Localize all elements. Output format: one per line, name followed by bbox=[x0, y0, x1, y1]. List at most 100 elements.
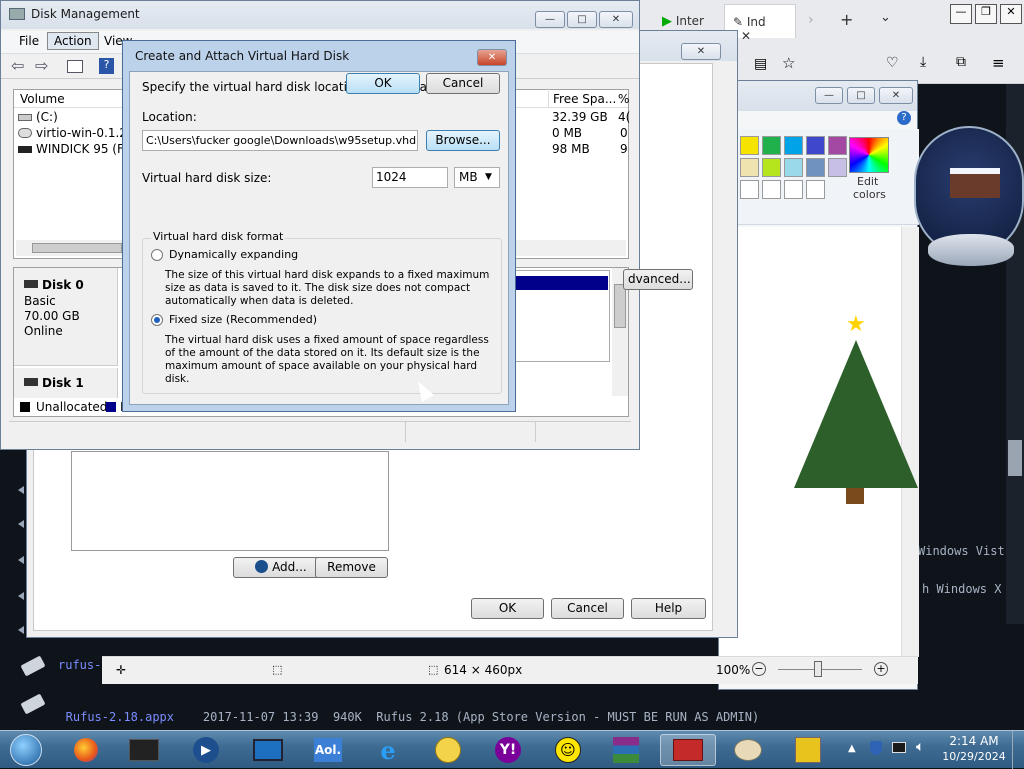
tree-collapse-icon[interactable] bbox=[18, 486, 24, 494]
scrollbar-thumb[interactable] bbox=[32, 243, 122, 253]
maximize-button[interactable]: ❐ bbox=[975, 4, 997, 24]
tab-scroll-right-icon[interactable]: › bbox=[808, 12, 814, 28]
snow-globe-gadget[interactable] bbox=[914, 126, 1024, 282]
bookmark-star-icon[interactable]: ☆ bbox=[782, 54, 795, 72]
pocket-icon[interactable]: ♡ bbox=[886, 55, 899, 71]
radio-dynamic[interactable] bbox=[151, 249, 163, 261]
puzzle-icon[interactable] bbox=[788, 734, 828, 766]
remove-button[interactable]: Remove bbox=[315, 557, 388, 578]
color-swatch[interactable] bbox=[784, 180, 803, 199]
disk1-info[interactable]: Disk 1 bbox=[14, 368, 118, 398]
color-swatch[interactable] bbox=[762, 180, 781, 199]
clock-date[interactable]: 10/29/2024 bbox=[940, 750, 1008, 763]
network-icon[interactable] bbox=[892, 742, 906, 753]
zoom-slider-thumb[interactable] bbox=[814, 661, 822, 677]
minimize-button[interactable]: — bbox=[815, 87, 843, 104]
color-swatch[interactable] bbox=[806, 136, 825, 155]
size-input[interactable]: 1024 bbox=[372, 167, 448, 188]
winrar-icon[interactable] bbox=[606, 734, 646, 766]
show-desktop-button[interactable] bbox=[1012, 731, 1024, 769]
scrollbar-thumb[interactable] bbox=[614, 284, 626, 328]
aol-icon[interactable]: Aol. bbox=[308, 734, 348, 766]
color-swatch[interactable] bbox=[740, 136, 759, 155]
disk0-info[interactable]: Disk 0 Basic 70.00 GB Online bbox=[14, 268, 118, 366]
firefox-icon[interactable] bbox=[66, 734, 106, 766]
start-button[interactable] bbox=[6, 734, 46, 766]
toolbox-icon[interactable] bbox=[660, 734, 716, 766]
help-button[interactable]: Help bbox=[631, 598, 706, 619]
paint-icon[interactable] bbox=[728, 734, 768, 766]
messenger-icon[interactable] bbox=[428, 734, 468, 766]
list-tabs-icon[interactable]: ⌄ bbox=[880, 10, 891, 25]
close-button[interactable]: ✕ bbox=[1000, 4, 1022, 24]
extensions-icon[interactable]: ⧉ bbox=[956, 54, 966, 70]
color-swatch[interactable] bbox=[784, 136, 803, 155]
ok-button[interactable]: OK bbox=[346, 73, 420, 94]
browse-button[interactable]: Browse... bbox=[426, 130, 500, 151]
clock-time[interactable]: 2:14 AM bbox=[944, 734, 1004, 748]
close-button[interactable]: ✕ bbox=[681, 43, 721, 60]
column-volume[interactable]: Volume bbox=[20, 92, 65, 106]
terminal-line-rufus[interactable]: rufus- bbox=[58, 658, 101, 672]
help-book-icon[interactable]: ? bbox=[99, 58, 114, 74]
advanced-button[interactable]: dvanced... bbox=[623, 269, 693, 290]
color-swatch[interactable] bbox=[740, 180, 759, 199]
close-button[interactable]: ✕ bbox=[477, 49, 507, 66]
menu-file[interactable]: File bbox=[19, 34, 39, 48]
location-input[interactable]: C:\Users\fucker google\Downloads\w95setu… bbox=[142, 130, 418, 151]
color-swatch[interactable] bbox=[762, 158, 781, 177]
forward-arrow-icon[interactable]: ⇨ bbox=[35, 56, 48, 75]
back-arrow-icon[interactable]: ⇦ bbox=[11, 56, 24, 75]
scrollbar-thumb[interactable] bbox=[1008, 440, 1022, 476]
rufus-appx-link[interactable]: Rufus-2.18.appx bbox=[66, 710, 174, 724]
zoom-in-icon[interactable]: + bbox=[874, 662, 888, 676]
tree-collapse-icon[interactable] bbox=[18, 556, 24, 564]
tree-collapse-icon[interactable] bbox=[18, 626, 24, 634]
maximize-button[interactable]: □ bbox=[847, 87, 875, 104]
edit-colors-icon[interactable] bbox=[849, 137, 889, 173]
radio-fixed[interactable] bbox=[151, 314, 163, 326]
cancel-button[interactable]: Cancel bbox=[551, 598, 624, 619]
volume-icon[interactable]: 🔈︎ bbox=[916, 739, 924, 755]
color-swatch[interactable] bbox=[784, 158, 803, 177]
column-percent[interactable]: % bbox=[618, 92, 629, 106]
partition-block[interactable] bbox=[510, 270, 610, 362]
yahoo-icon[interactable]: Y! bbox=[488, 734, 528, 766]
color-swatch[interactable] bbox=[740, 158, 759, 177]
edit-colors-label[interactable]: colors bbox=[853, 188, 886, 201]
defender-shield-icon[interactable] bbox=[870, 741, 882, 755]
minimize-button[interactable]: — bbox=[950, 4, 972, 24]
show-hidden-icons-icon[interactable]: ▲ bbox=[848, 743, 856, 754]
column-free-space[interactable]: Free Spa... bbox=[548, 88, 628, 108]
edit-colors-label[interactable]: Edit bbox=[857, 175, 878, 188]
minimize-button[interactable]: — bbox=[535, 11, 565, 28]
tree-collapse-icon[interactable] bbox=[18, 592, 24, 600]
console-tree-icon[interactable] bbox=[67, 60, 83, 73]
close-button[interactable]: ✕ bbox=[879, 87, 913, 104]
help-icon[interactable]: ? bbox=[897, 111, 911, 125]
cancel-button[interactable]: Cancel bbox=[426, 73, 500, 94]
option-fixed-label[interactable]: Fixed size (Recommended) bbox=[169, 313, 317, 326]
media-player-icon[interactable]: ▶ bbox=[186, 734, 226, 766]
tree-collapse-icon[interactable] bbox=[18, 520, 24, 528]
downloads-icon[interactable]: ⤓ bbox=[920, 54, 926, 70]
ok-button[interactable]: OK bbox=[471, 598, 544, 619]
christmas-tree-gadget[interactable]: ★ bbox=[794, 312, 918, 506]
monitor-icon[interactable] bbox=[248, 734, 288, 766]
maximize-button[interactable]: □ bbox=[567, 11, 597, 28]
color-swatch[interactable] bbox=[828, 136, 847, 155]
zoom-out-icon[interactable]: − bbox=[752, 662, 766, 676]
smiley-icon[interactable]: ☺ bbox=[548, 734, 588, 766]
drive-app-icon[interactable] bbox=[124, 734, 164, 766]
new-tab-icon[interactable]: + bbox=[840, 10, 853, 29]
color-swatch[interactable] bbox=[828, 158, 847, 177]
color-swatch[interactable] bbox=[762, 136, 781, 155]
properties-list[interactable] bbox=[71, 451, 389, 551]
close-button[interactable]: ✕ bbox=[599, 11, 633, 28]
size-unit-select[interactable]: MB ▼ bbox=[454, 167, 500, 188]
color-swatch[interactable] bbox=[806, 180, 825, 199]
color-swatch[interactable] bbox=[806, 158, 825, 177]
reader-view-icon[interactable]: ▤ bbox=[754, 56, 767, 72]
menu-icon[interactable]: ≡ bbox=[992, 54, 1005, 72]
option-dynamic-label[interactable]: Dynamically expanding bbox=[169, 248, 298, 261]
